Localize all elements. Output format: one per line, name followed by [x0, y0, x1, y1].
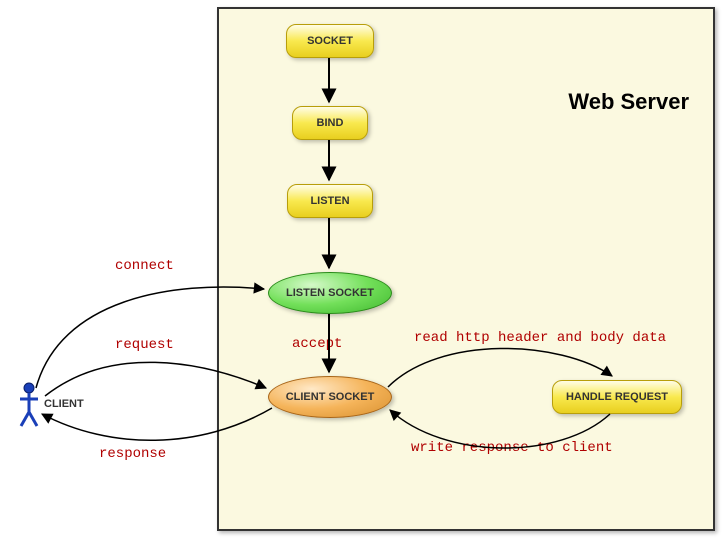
client-label: CLIENT: [44, 398, 84, 410]
label-request: request: [115, 337, 174, 353]
label-accept: accept: [292, 336, 342, 352]
node-client-socket: CLIENT SOCKET: [268, 376, 392, 418]
node-handle-request: HANDLE REQUEST: [552, 380, 682, 414]
label-connect: connect: [115, 258, 174, 274]
label-write: write response to client: [411, 440, 613, 456]
label-read: read http header and body data: [414, 330, 666, 346]
node-listen-socket: LISTEN SOCKET: [268, 272, 392, 314]
server-title: Web Server: [568, 89, 689, 115]
node-socket: SOCKET: [286, 24, 374, 58]
node-listen: LISTEN: [287, 184, 373, 218]
node-bind: BIND: [292, 106, 368, 140]
client-actor-icon: [18, 382, 40, 433]
label-response: response: [99, 446, 166, 462]
